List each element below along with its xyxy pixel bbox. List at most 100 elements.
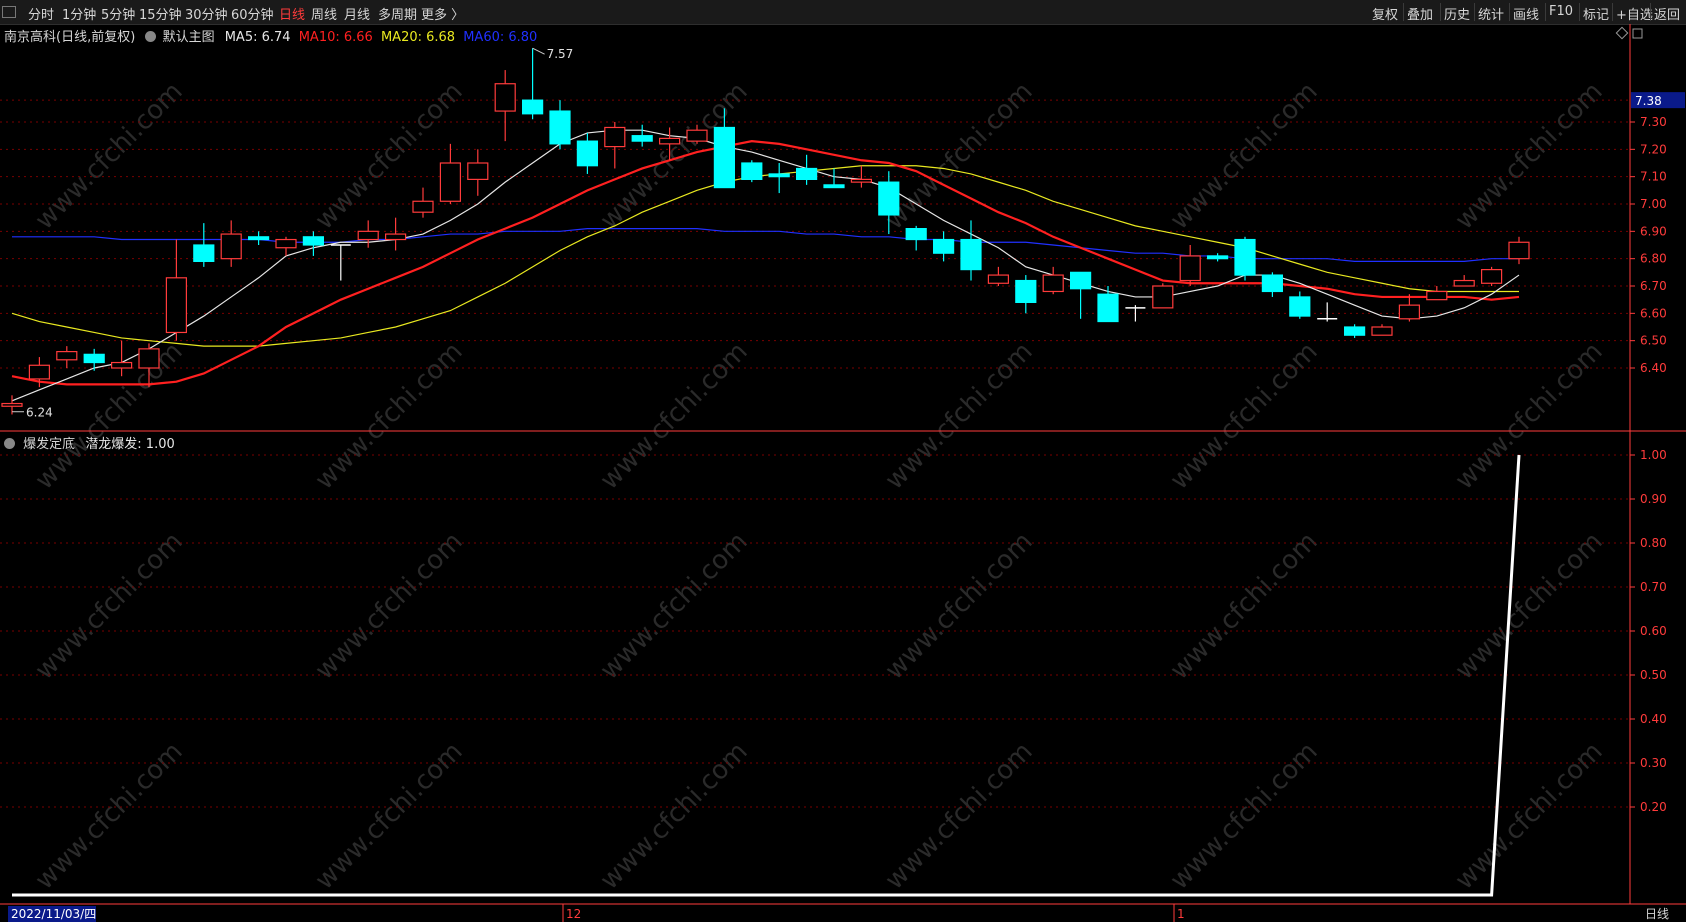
watermark: www.cfchi.com xyxy=(880,527,1039,686)
price-tick-label: 7.30 xyxy=(1640,115,1667,129)
price-tick-label: 6.80 xyxy=(1640,252,1667,266)
candle-body xyxy=(193,244,215,262)
candle-body xyxy=(604,126,626,148)
last-price-label: 7.38 xyxy=(1635,94,1662,108)
candle-body xyxy=(1152,285,1174,309)
watermark: www.cfchi.com xyxy=(1450,527,1609,686)
watermark: www.cfchi.com xyxy=(30,527,189,686)
candle-body xyxy=(1179,255,1201,282)
candle-body xyxy=(987,274,1010,284)
watermark: www.cfchi.com xyxy=(1165,737,1324,896)
indicator-tick-label: 0.20 xyxy=(1640,800,1667,814)
month-label: 1 xyxy=(1177,907,1185,921)
candle-body xyxy=(1,402,23,407)
price-tick-label: 6.90 xyxy=(1640,224,1667,238)
candle-body xyxy=(658,137,681,145)
watermark: www.cfchi.com xyxy=(310,737,469,896)
candle-body xyxy=(768,173,790,178)
indicator-tick-label: 0.60 xyxy=(1640,624,1667,638)
watermark: www.cfchi.com xyxy=(1165,527,1324,686)
candle-body xyxy=(385,233,407,241)
indicator-tick-label: 0.80 xyxy=(1640,536,1667,550)
watermark: www.cfchi.com xyxy=(595,527,754,686)
candle-body xyxy=(1015,279,1037,303)
watermark: www.cfchi.com xyxy=(30,337,189,496)
candle-body xyxy=(1206,255,1229,260)
candle-body xyxy=(932,238,955,254)
price-tick-label: 7.20 xyxy=(1640,142,1667,156)
watermark: www.cfchi.com xyxy=(595,737,754,896)
candle-body xyxy=(83,353,105,364)
candle-body xyxy=(1069,271,1092,290)
indicator-tick-label: 0.50 xyxy=(1640,668,1667,682)
watermark: www.cfchi.com xyxy=(1450,737,1609,896)
price-tick-label: 6.50 xyxy=(1640,334,1667,348)
indicator-tick-label: 0.90 xyxy=(1640,492,1667,506)
candle-body xyxy=(467,162,489,180)
candle-body xyxy=(110,361,133,369)
qianlong-baofa-line xyxy=(12,454,1521,897)
candle-body xyxy=(878,181,900,216)
candle-body xyxy=(823,184,845,189)
watermark: www.cfchi.com xyxy=(1165,337,1324,496)
indicator-tick-label: 0.70 xyxy=(1640,580,1667,594)
candle-body xyxy=(1343,326,1366,336)
price-tick-label: 7.10 xyxy=(1640,170,1667,184)
kline-chart[interactable]: www.cfchi.com www.cfchi.com www.cfchi.com w… xyxy=(0,0,1686,922)
candle-body xyxy=(1480,269,1503,284)
candle-body xyxy=(302,236,324,246)
candle-body xyxy=(713,126,736,189)
candle-body xyxy=(549,110,571,145)
candle-body xyxy=(741,162,763,180)
candle-body xyxy=(686,129,708,142)
watermark: www.cfchi.com xyxy=(310,337,469,496)
watermark: www.cfchi.com xyxy=(880,737,1039,896)
candle-body xyxy=(439,162,461,202)
period-indicator: 日线 xyxy=(1645,907,1669,921)
candle-body xyxy=(1508,241,1530,260)
candle-body xyxy=(795,167,818,180)
diamond-icon xyxy=(1615,26,1629,40)
price-tick-label: 6.70 xyxy=(1640,279,1667,293)
candle-body xyxy=(1042,274,1064,293)
candle-body xyxy=(357,230,379,241)
candle-body xyxy=(56,351,78,361)
candle-body xyxy=(28,364,50,380)
price-tick-label: 6.60 xyxy=(1640,306,1667,320)
watermark: www.cfchi.com xyxy=(30,737,189,896)
price-tick-label: 6.40 xyxy=(1640,361,1667,375)
watermark: www.cfchi.com xyxy=(880,337,1039,496)
month-label: 12 xyxy=(566,907,581,921)
watermark: www.cfchi.com xyxy=(595,337,754,496)
candle-body xyxy=(165,277,187,334)
low-price-label: 6.24 xyxy=(26,406,53,420)
candle-body xyxy=(1289,296,1311,317)
candle-body xyxy=(1097,293,1119,323)
candle-body xyxy=(850,178,873,183)
candle-body xyxy=(275,238,297,249)
price-tick-label: 7.00 xyxy=(1640,197,1667,211)
candle-body xyxy=(220,233,242,260)
candle-body xyxy=(1426,290,1448,301)
panel-toggle-icon xyxy=(1632,28,1643,39)
candle-body xyxy=(521,99,544,115)
high-marker-line xyxy=(532,47,545,55)
candle-body xyxy=(960,238,982,271)
candle-body xyxy=(1234,238,1256,276)
indicator-tick-label: 1.00 xyxy=(1640,448,1667,462)
high-price-label: 7.57 xyxy=(547,47,574,61)
watermark: www.cfchi.com xyxy=(1450,337,1609,496)
candle-body xyxy=(631,135,653,142)
indicator-tick-label: 0.30 xyxy=(1640,756,1667,770)
candle-body xyxy=(1261,274,1284,293)
date-label: 2022/11/03/四 xyxy=(11,907,96,921)
candle-body xyxy=(905,228,927,241)
candle-body xyxy=(1371,326,1393,336)
candle-body xyxy=(138,348,160,369)
candle-body xyxy=(494,83,516,112)
candle-body xyxy=(576,140,599,167)
candle-body xyxy=(1398,304,1421,320)
indicator-tick-label: 0.40 xyxy=(1640,712,1667,726)
candle-body xyxy=(412,200,434,213)
candle-body xyxy=(248,236,270,241)
